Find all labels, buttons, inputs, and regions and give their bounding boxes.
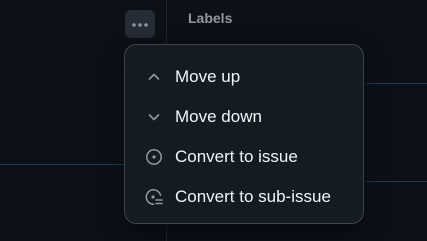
item-action-menu: Move up Move down Convert to issue Conve… bbox=[124, 44, 364, 224]
menu-item-label: Move down bbox=[175, 107, 262, 126]
menu-item-label: Move up bbox=[175, 67, 241, 86]
menu-item-label: Convert to issue bbox=[175, 147, 298, 166]
chevron-down-icon bbox=[145, 108, 163, 126]
labels-heading: Labels bbox=[188, 10, 233, 26]
kebab-horizontal-icon bbox=[131, 15, 149, 33]
move-up-menu-item[interactable]: Move up bbox=[125, 57, 363, 97]
row-divider bbox=[0, 164, 124, 165]
convert-to-issue-menu-item[interactable]: Convert to issue bbox=[125, 137, 363, 177]
row-divider bbox=[366, 181, 427, 182]
chevron-up-icon bbox=[145, 68, 163, 86]
convert-to-sub-issue-menu-item[interactable]: Convert to sub-issue bbox=[125, 177, 363, 217]
menu-item-label: Convert to sub-issue bbox=[175, 187, 331, 206]
more-options-button[interactable] bbox=[125, 10, 155, 38]
move-down-menu-item[interactable]: Move down bbox=[125, 97, 363, 137]
sub-issue-icon bbox=[145, 188, 163, 206]
issue-opened-icon bbox=[145, 148, 163, 166]
row-divider bbox=[366, 83, 427, 84]
